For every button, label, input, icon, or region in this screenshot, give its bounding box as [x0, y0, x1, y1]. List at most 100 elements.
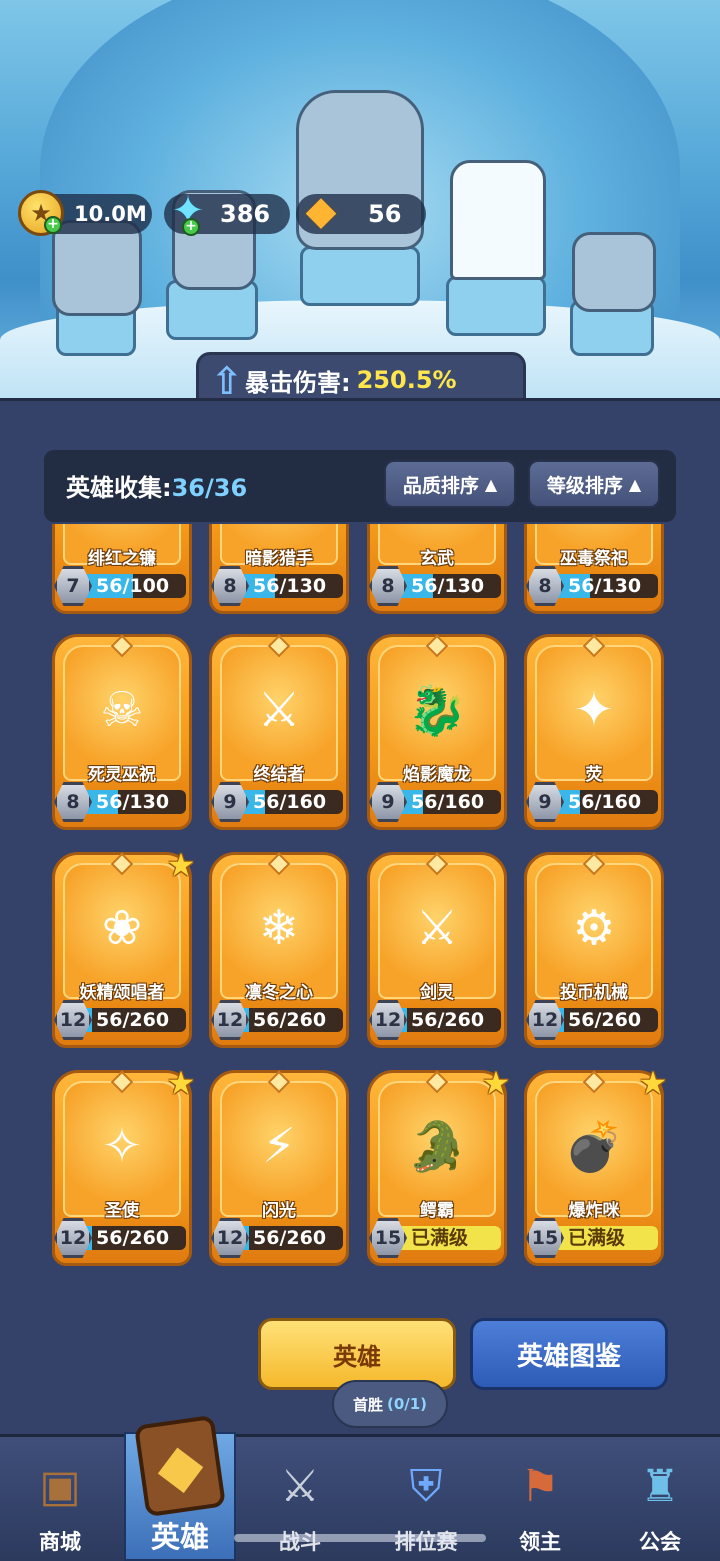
sword-spirit-icon: ⚔: [415, 900, 459, 956]
hero-name: 闪光: [262, 1201, 296, 1221]
hero-card[interactable]: 💣 爆炸咪 已满级 15 ★: [524, 1066, 667, 1274]
slot-machine-statue: [572, 232, 656, 312]
hero-card[interactable]: 玄武 56/130 8: [367, 524, 507, 622]
hero-card[interactable]: ❄ 凛冬之心 56/260 12: [209, 852, 349, 1056]
gem-counter[interactable]: ✦ + 386: [164, 188, 290, 236]
star-icon: ★: [481, 1064, 511, 1102]
shield-badge-icon: ⛨: [409, 1460, 443, 1512]
hero-name: 玄武: [420, 549, 454, 569]
hero-progress-text: 56/260: [253, 1009, 327, 1031]
sort-by-level-button[interactable]: 等级排序 ▲: [528, 460, 660, 508]
shard-amount: 56: [368, 200, 402, 228]
star-icon: ★: [166, 1064, 196, 1102]
hero-card[interactable]: ✦ 荧 56/160 9: [524, 634, 664, 838]
nav-shop[interactable]: ▣ 商城: [0, 1434, 120, 1561]
add-gold-icon[interactable]: +: [44, 216, 62, 234]
guild-tower-icon: ♜: [640, 1460, 680, 1512]
hero-card[interactable]: ⚔ 终结者 56/160 9: [209, 634, 349, 838]
hero-card[interactable]: ❀ 妖精颂唱者 56/260 12 ★: [52, 848, 195, 1056]
nav-guild[interactable]: ♜ 公会: [600, 1434, 720, 1561]
hero-card-icon: ◆: [133, 1414, 227, 1518]
hero-name: 剑灵: [420, 983, 454, 1003]
home-indicator[interactable]: [234, 1534, 486, 1542]
nav-hero[interactable]: ◆ 英雄: [124, 1414, 236, 1561]
hero-name: 投币机械: [560, 983, 628, 1003]
hero-name: 荧: [585, 765, 603, 785]
sort-level-label: 等级排序: [546, 474, 623, 497]
collection-label: 英雄收集:: [66, 474, 172, 502]
banner-icon: ⚑: [520, 1460, 560, 1512]
statue-pedestal: [446, 276, 546, 336]
hero-progress-text: 已满级: [568, 1227, 626, 1249]
hero-name: 圣使: [105, 1201, 139, 1221]
hero-card[interactable]: ⚔ 剑灵 56/260 12: [367, 852, 507, 1056]
crocodile-icon: 🐊: [407, 1118, 467, 1175]
crit-label: 暴击伤害:: [245, 368, 351, 397]
bomb-cat-icon: 💣: [564, 1118, 624, 1175]
fairy-icon: ❀: [101, 900, 143, 956]
nav-lord[interactable]: ⚑ 领主: [480, 1434, 600, 1561]
sort-quality-label: 品质排序: [402, 474, 479, 497]
hero-card[interactable]: ☠ 死灵巫祝 56/130 8: [52, 634, 192, 838]
collection-title: 英雄收集:36/36: [66, 468, 247, 503]
statue: [450, 160, 546, 280]
add-gem-icon[interactable]: +: [182, 218, 200, 236]
nav-shop-label: 商城: [39, 1530, 81, 1554]
hero-card[interactable]: ⚙ 投币机械 56/260 12: [524, 852, 664, 1056]
hero-progress-text: 56/130: [253, 575, 327, 597]
hero-progress-text: 已满级: [411, 1227, 469, 1249]
hero-name: 死灵巫祝: [88, 765, 156, 785]
hero-name: 绯红之镰: [88, 549, 156, 569]
nav-lord-label: 领主: [519, 1530, 561, 1554]
star-icon: ★: [166, 846, 196, 884]
hero-card[interactable]: 暗影猎手 56/130 8: [209, 524, 349, 622]
angel-icon: ✧: [101, 1118, 143, 1174]
sort-arrow-up-icon: ▲: [628, 474, 642, 494]
first-win-label: 首胜: [352, 1395, 383, 1414]
hero-name: 鳄霸: [420, 1201, 454, 1221]
hero-card[interactable]: 🐊 鳄霸 已满级 15 ★: [367, 1066, 510, 1274]
nav-guild-label: 公会: [639, 1530, 681, 1554]
hero-progress-text: 56/160: [253, 791, 327, 813]
hero-card[interactable]: 🐉 焰影魔龙 56/160 9: [367, 634, 507, 838]
hero-name: 终结者: [253, 765, 305, 785]
sort-arrow-up-icon: ▲: [484, 474, 498, 494]
gem-amount: 386: [220, 200, 271, 228]
hero-progress-text: 56/260: [568, 1009, 642, 1031]
gold-shard-icon: ◆: [305, 188, 337, 234]
nav-hero-label: 英雄: [150, 1520, 209, 1554]
hero-card[interactable]: ⚡ 闪光 56/260 12: [209, 1070, 349, 1274]
treasure-chest-icon: ▣: [39, 1460, 81, 1512]
hero-name: 凛冬之心: [245, 983, 313, 1003]
shard-counter[interactable]: ◆ 56: [296, 188, 426, 234]
hero-progress-text: 56/260: [96, 1227, 170, 1249]
crossed-swords-icon: ⚔: [280, 1460, 320, 1512]
hero-codex-button[interactable]: 英雄图鉴: [470, 1318, 668, 1390]
hero-card[interactable]: 绯红之镰 56/100 7: [52, 524, 192, 622]
sort-by-quality-button[interactable]: 品质排序 ▲: [384, 460, 516, 508]
terminator-icon: ⚔: [257, 682, 301, 738]
hero-name: 暗影猎手: [245, 549, 313, 569]
hero-name: 焰影魔龙: [403, 765, 471, 785]
up-arrow-icon: ⇧: [211, 359, 243, 403]
gold-amount: 10.0M: [74, 202, 147, 226]
collection-count: 36/36: [171, 474, 248, 502]
hero-grid: 绯红之镰 56/100 7 暗影猎手 56/130 8 玄武 56/130 8 …: [0, 524, 720, 1284]
hero-progress-text: 56/130: [411, 575, 485, 597]
ice-queen-icon: ❄: [258, 900, 300, 956]
hero-progress-text: 56/260: [411, 1009, 485, 1031]
hero-name: 妖精颂唱者: [79, 983, 165, 1003]
star-icon: ★: [638, 1064, 668, 1102]
slot-machine-icon: ⚙: [572, 900, 616, 956]
hero-name: 爆炸咪: [568, 1201, 620, 1221]
hero-card[interactable]: 巫毒祭祀 56/130 8: [524, 524, 664, 622]
hero-name: 巫毒祭祀: [560, 549, 628, 569]
hero-card[interactable]: ✧ 圣使 56/260 12 ★: [52, 1066, 195, 1274]
witch-icon: ✦: [573, 682, 615, 738]
gold-counter[interactable]: ★ + 10.0M: [18, 190, 152, 236]
first-win-tooltip: 首胜 (0/1): [332, 1380, 448, 1428]
hero-progress-text: 56/160: [568, 791, 642, 813]
necromancer-icon: ☠: [100, 682, 144, 738]
dragon-icon: 🐉: [407, 682, 467, 739]
hero-progress-text: 56/130: [96, 791, 170, 813]
